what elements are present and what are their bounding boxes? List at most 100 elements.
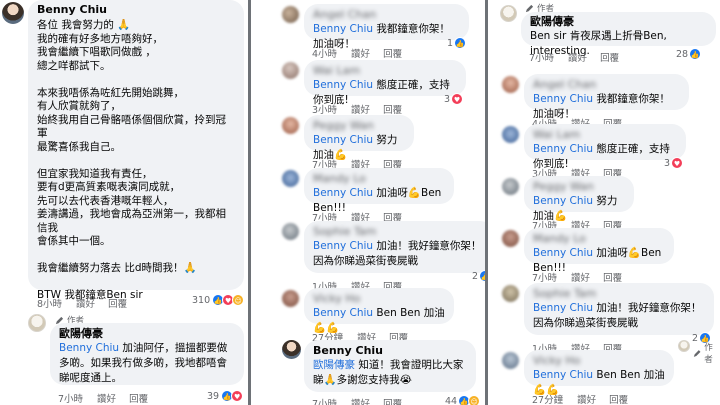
comment-bubble: Sophie Tam Benny Chiu 加油！我好鐘意你架！因為你睇過菜街喪屍… bbox=[304, 221, 485, 273]
reply-button[interactable]: 回覆 bbox=[129, 394, 148, 405]
post-line: 我的確有好多地方唔夠好， bbox=[37, 32, 163, 45]
timestamp[interactable]: 4小時 bbox=[312, 49, 337, 60]
post-line bbox=[37, 73, 235, 87]
timestamp[interactable]: 27分鐘 bbox=[532, 395, 563, 405]
avatar[interactable] bbox=[678, 340, 690, 352]
comment-actions: 3小時 讚好 回覆 bbox=[312, 102, 415, 116]
reaction-count[interactable]: 2👍 bbox=[472, 270, 485, 282]
author-name[interactable]: 歐陽傳豪 bbox=[530, 14, 707, 29]
author-name[interactable]: Benny Chiu bbox=[313, 343, 467, 358]
commenter-name[interactable]: Peggy Wan bbox=[313, 118, 405, 133]
comment-bubble: Peggy Wan Benny Chiu 努力加油💪 bbox=[524, 176, 634, 222]
comment-actions: 7小時 讚好 回覆 bbox=[312, 396, 415, 405]
mention-link[interactable]: Benny Chiu bbox=[533, 143, 593, 155]
mention-link[interactable]: Benny Chiu bbox=[313, 79, 373, 91]
post-line bbox=[37, 154, 235, 168]
mention-link[interactable]: Benny Chiu bbox=[313, 187, 373, 199]
like-button[interactable]: 讚好 bbox=[97, 394, 116, 405]
commenter-name[interactable]: Sophie Tam bbox=[313, 224, 485, 239]
avatar[interactable] bbox=[502, 178, 519, 195]
reaction-count[interactable]: 3 ♥ bbox=[444, 93, 464, 105]
post-line bbox=[37, 276, 235, 290]
love-reaction-icon: ♥ bbox=[671, 157, 684, 169]
author-name[interactable]: Benny Chiu bbox=[37, 2, 235, 17]
post-line: 先可以去代表香港嘅年輕人， bbox=[37, 194, 174, 207]
post-line: 但宜家我知道我有責任， bbox=[37, 167, 153, 180]
like-button[interactable]: 讚好 bbox=[351, 399, 370, 405]
mention-link[interactable]: Benny Chiu bbox=[313, 134, 373, 146]
commenter-name[interactable]: Peggy Wan bbox=[533, 179, 625, 194]
mention-link[interactable]: Benny Chiu bbox=[533, 195, 593, 207]
mention-link[interactable]: Benny Chiu bbox=[313, 23, 373, 35]
avatar[interactable] bbox=[502, 76, 519, 93]
timestamp[interactable]: 7小時 bbox=[529, 53, 554, 64]
reply-button[interactable]: 回覆 bbox=[600, 53, 619, 64]
reaction-number: 310 bbox=[192, 294, 211, 306]
post-line: 會係其中一個。 bbox=[37, 235, 111, 247]
like-button[interactable]: 讚好 bbox=[577, 395, 596, 405]
avatar[interactable] bbox=[500, 5, 517, 22]
commenter-name[interactable]: Mandy Lo bbox=[313, 171, 445, 186]
post-line: 各位 我會努力的 🙏 bbox=[37, 19, 131, 31]
timestamp[interactable]: 7小時 bbox=[312, 399, 337, 405]
reply-text: Benny Chiu 加油阿仔，搵搵都要做多啲。如果我冇做多啲，我地都唔會睇呢度… bbox=[59, 341, 235, 386]
timestamp[interactable]: 7小時 bbox=[58, 394, 83, 405]
avatar[interactable] bbox=[502, 352, 519, 369]
avatar[interactable] bbox=[282, 6, 299, 23]
mention-link[interactable]: Benny Chiu bbox=[533, 302, 593, 314]
post-line: 最驚喜係我自己。 bbox=[37, 140, 121, 153]
reaction-count[interactable]: 1 👍 bbox=[447, 37, 467, 49]
avatar[interactable] bbox=[282, 290, 299, 307]
mention-link[interactable]: Benny Chiu bbox=[533, 247, 593, 259]
mention-link[interactable]: Benny Chiu bbox=[59, 342, 119, 354]
commenter-name[interactable]: Angel Chan bbox=[313, 7, 460, 22]
avatar[interactable] bbox=[502, 285, 519, 302]
commenter-name[interactable]: Mandy Lo bbox=[533, 231, 665, 246]
avatar[interactable] bbox=[502, 126, 519, 143]
mention-link[interactable]: Benny Chiu bbox=[533, 93, 593, 105]
post-line: 始終我用自己骨骼唔係個個欣賞，拎到冠軍 bbox=[37, 113, 226, 140]
love-reaction-icon: ♥ bbox=[451, 93, 464, 105]
timestamp[interactable]: 8小時 bbox=[37, 299, 62, 310]
reaction-number: 1 bbox=[447, 37, 454, 49]
commenter-name[interactable]: Angel Chan bbox=[533, 77, 680, 92]
avatar[interactable] bbox=[282, 340, 301, 359]
author-name[interactable]: 歐陽傳豪 bbox=[59, 326, 235, 341]
mention-link[interactable]: Benny Chiu bbox=[533, 369, 593, 381]
reaction-count[interactable]: 39 👍 ♥ bbox=[207, 390, 244, 402]
mention-link[interactable]: Benny Chiu bbox=[313, 240, 373, 252]
reaction-count[interactable]: 3 ♥ bbox=[664, 157, 684, 169]
avatar[interactable] bbox=[28, 314, 46, 332]
reply-button[interactable]: 回覆 bbox=[383, 49, 402, 60]
post-line bbox=[37, 249, 235, 263]
commenter-name[interactable]: Vicky Ho bbox=[533, 353, 665, 368]
commenter-name[interactable]: Wai Lam bbox=[313, 63, 457, 78]
like-button[interactable]: 讚好 bbox=[568, 53, 587, 64]
post-bubble: Benny Chiu 各位 我會努力的 🙏 我的確有好多地方唔夠好， 我會繼續下唱歌… bbox=[28, 0, 244, 301]
mention-link[interactable]: Benny Chiu bbox=[313, 307, 373, 319]
avatar[interactable] bbox=[502, 230, 519, 247]
reaction-count[interactable]: 44 👍 ☺ bbox=[445, 395, 481, 405]
avatar[interactable] bbox=[2, 2, 24, 24]
like-button[interactable]: 讚好 bbox=[76, 299, 95, 310]
commenter-name[interactable]: Wai Lam bbox=[533, 127, 677, 142]
reply-bubble: 歐陽傳豪 Ben sir 肯夜尿遇上折骨Ben, interesting. bbox=[521, 12, 716, 57]
like-button[interactable]: 讚好 bbox=[351, 49, 370, 60]
avatar[interactable] bbox=[282, 62, 299, 79]
post-line: 要有d更高質素嘅表演同成就， bbox=[37, 181, 181, 193]
reaction-number: 28 bbox=[676, 48, 689, 60]
reply-button[interactable]: 回覆 bbox=[383, 399, 402, 405]
reply-button[interactable]: 回覆 bbox=[108, 299, 127, 310]
avatar[interactable] bbox=[282, 223, 299, 240]
reaction-count[interactable]: 310 👍 ♥ ☺ bbox=[192, 294, 245, 306]
reaction-count[interactable]: 28 👍 bbox=[676, 48, 702, 60]
reaction-number: 44 bbox=[445, 395, 458, 405]
commenter-name[interactable]: Sophie Tam bbox=[533, 286, 705, 301]
avatar[interactable] bbox=[282, 117, 299, 134]
reply-button[interactable]: 回覆 bbox=[609, 395, 628, 405]
reaction-number: 2 bbox=[472, 270, 479, 282]
avatar[interactable] bbox=[282, 170, 299, 187]
comment-actions: 27分鐘 讚好 回覆 bbox=[532, 392, 641, 405]
commenter-name[interactable]: Vicky Ho bbox=[313, 291, 445, 306]
mention-link[interactable]: 歐陽傳豪 bbox=[313, 359, 355, 371]
